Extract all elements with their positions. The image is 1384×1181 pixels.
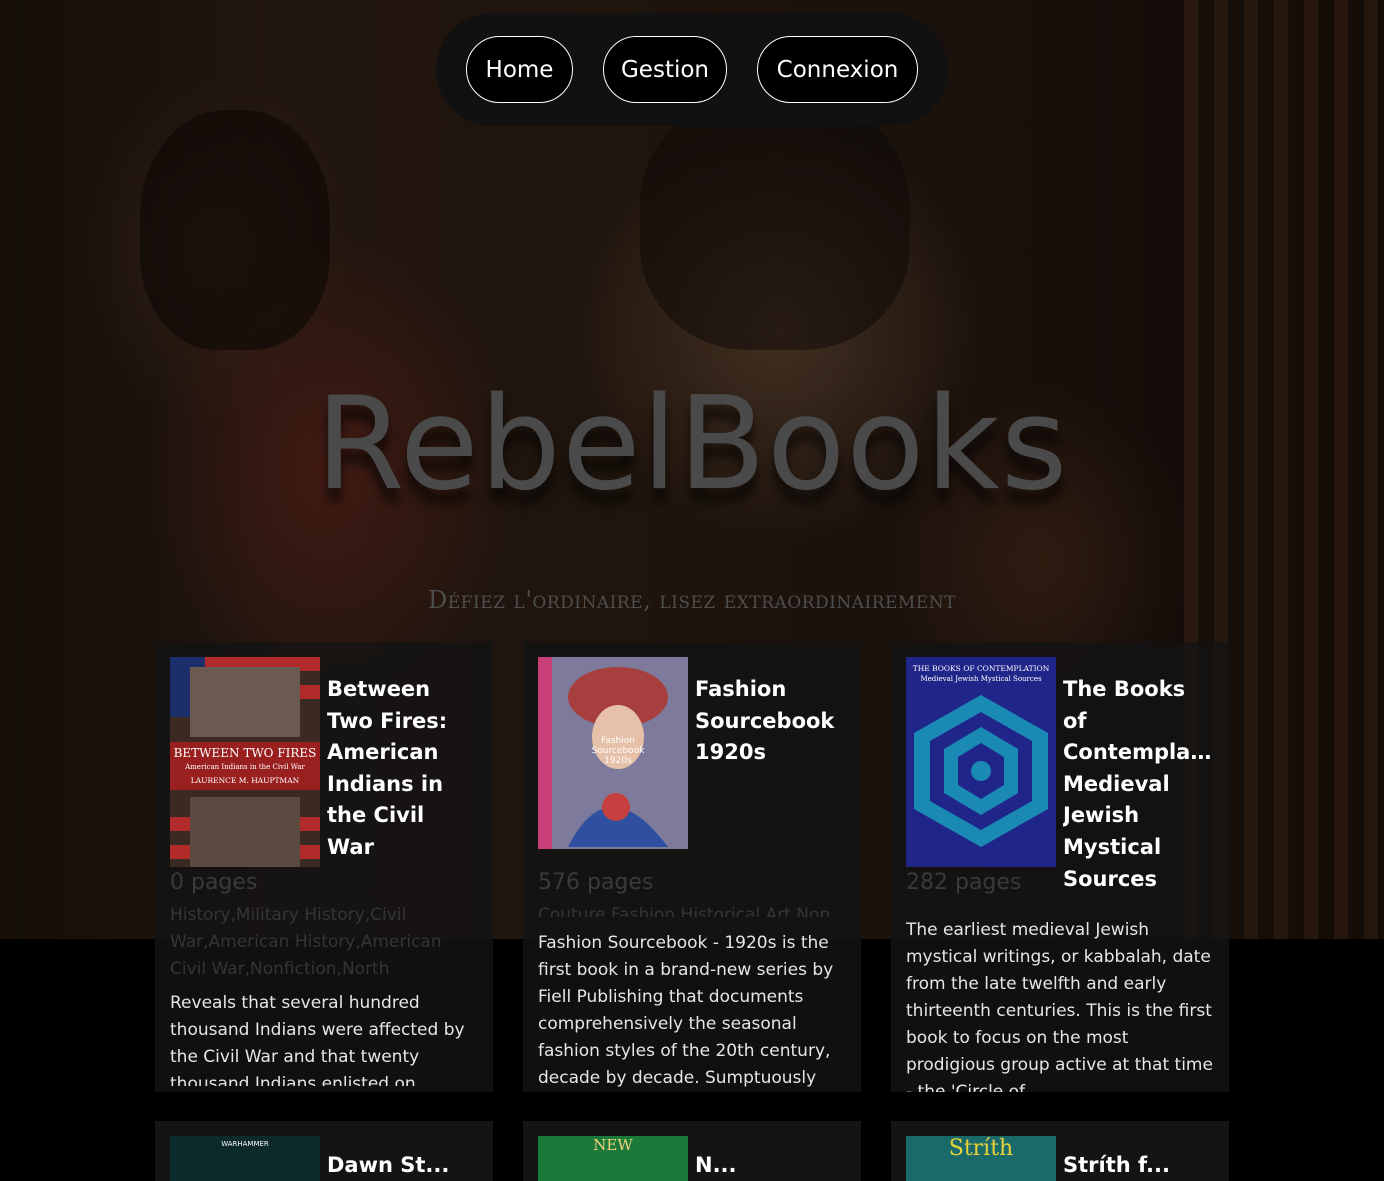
book-description: The earliest medieval Jewish mystical wr… [906,920,1213,1092]
book-card[interactable]: BETWEEN TWO FIRES American Indians in th… [155,642,493,1092]
nav-connexion-button[interactable]: Connexion [757,36,918,103]
book-cover-image[interactable]: NEW [538,1136,688,1181]
svg-text:1920s: 1920s [604,756,632,766]
book-cover-image[interactable]: WARHAMMER [170,1136,320,1181]
svg-text:Sourcebook: Sourcebook [592,746,646,756]
book-cover-between-two-fires: BETWEEN TWO FIRES American Indians in th… [170,657,320,867]
brand-tagline: Défiez l'ordinaire, lisez extraordinaire… [428,586,956,614]
book-card[interactable]: NEW N... [523,1121,861,1181]
nav-gestion-button[interactable]: Gestion [603,36,727,103]
book-cover-image[interactable]: THE BOOKS OF CONTEMPLATION Medieval Jewi… [906,657,1056,867]
book-cover-fashion-sourcebook: Fashion Sourcebook 1920s [538,657,688,849]
book-cover-image[interactable]: Stríth [906,1136,1056,1181]
book-description: Fashion Sourcebook - 1920s is the first … [538,933,834,1088]
book-title[interactable]: The Books of Contemplati... Medieval Jew… [1063,674,1213,895]
cover-title-text: Fashion [601,736,635,746]
book-description: Reveals that several hundred thousand In… [170,993,465,1086]
book-card[interactable]: THE BOOKS OF CONTEMPLATION Medieval Jewi… [891,642,1229,1092]
book-title[interactable]: Fashion Sourcebook 1920s [695,674,845,769]
top-navbar: Home Gestion Connexion [436,13,948,126]
book-cover-image[interactable]: Fashion Sourcebook 1920s [538,657,688,849]
svg-text:American Indians in the Civil: American Indians in the Civil War [184,763,305,771]
book-title[interactable]: Between Two Fires: American Indians in t… [327,674,477,864]
book-categories: History,Military History,Civil War,Ameri… [170,905,442,979]
book-card[interactable]: WARHAMMER Dawn St... [155,1121,493,1181]
book-card[interactable]: Stríth Stríth f... [891,1121,1229,1181]
hero-photo-figure-left [140,110,330,350]
book-pages: 0 pages [170,870,258,895]
book-card[interactable]: Fashion Sourcebook 1920s Fashion Sourceb… [523,642,861,1092]
book-title[interactable]: N... [695,1153,737,1177]
cover-title-text: BETWEEN TWO FIRES [174,746,317,760]
nav-home-button[interactable]: Home [466,36,573,103]
book-cover-books-of-contemplation: THE BOOKS OF CONTEMPLATION Medieval Jewi… [906,657,1056,867]
cover-title-text: THE BOOKS OF CONTEMPLATION [913,664,1050,673]
book-pages: 282 pages [906,870,1022,895]
book-pages: 576 pages [538,870,654,895]
book-cover-image[interactable]: BETWEEN TWO FIRES American Indians in th… [170,657,320,867]
brand-title: RebelBooks [315,370,1069,519]
book-categories: Couture,Fashion,Historical,Art,Non [538,905,831,917]
book-title[interactable]: Dawn St... [327,1153,449,1177]
svg-text:LAURENCE M. HAUPTMAN: LAURENCE M. HAUPTMAN [191,776,300,785]
book-title[interactable]: Stríth f... [1063,1153,1170,1177]
svg-text:Medieval Jewish Mystical Sourc: Medieval Jewish Mystical Sources [920,675,1042,683]
hero-photo-figure-right [640,90,910,350]
